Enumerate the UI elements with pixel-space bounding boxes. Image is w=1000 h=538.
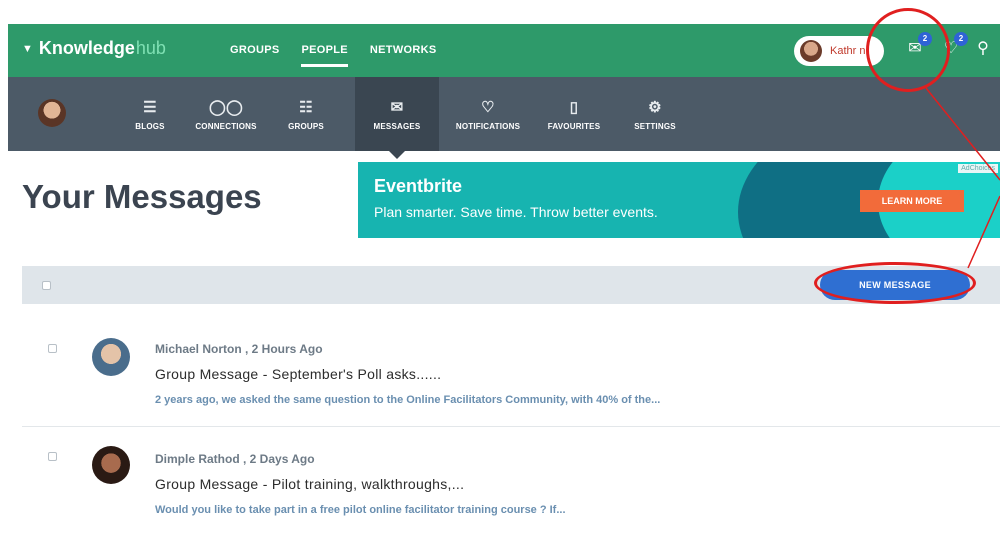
list-item[interactable]: Michael Norton , 2 Hours Ago Group Messa… [22, 320, 1000, 427]
nav-groups[interactable]: GROUPS [230, 24, 279, 77]
annotation-circle [866, 8, 950, 92]
nav-networks[interactable]: NETWORKS [370, 24, 437, 77]
subnav-label: MESSAGES [373, 121, 421, 131]
message-meta: Michael Norton , 2 Hours Ago [155, 342, 323, 356]
ad-tagline: Plan smarter. Save time. Throw better ev… [374, 204, 658, 220]
subnav-notifications[interactable]: ♡ NOTIFICATIONS [446, 77, 530, 151]
brand-name: Knowledge [38, 38, 135, 58]
message-preview: Would you like to take part in a free pi… [155, 504, 566, 516]
top-bar: ▼ Knowledge hub GROUPS PEOPLE NETWORKS Ka… [0, 0, 1000, 80]
subnav-label: SETTINGS [634, 121, 676, 131]
subnav-label: BLOGS [135, 121, 165, 131]
top-nav: GROUPS PEOPLE NETWORKS [230, 24, 437, 77]
select-all-checkbox[interactable] [42, 281, 51, 290]
list-item[interactable]: Dimple Rathod , 2 Days Ago Group Message… [22, 428, 1000, 538]
user-name: Kathr n [830, 45, 866, 57]
nav-people[interactable]: PEOPLE [301, 24, 349, 77]
bookmark-icon: ▯ [569, 98, 579, 116]
brand-suffix: hub [135, 38, 166, 58]
subnav-groups[interactable]: ☷ GROUPS [276, 77, 336, 151]
message-subject[interactable]: Group Message - September's Poll asks...… [155, 366, 441, 382]
subnav-label: GROUPS [288, 121, 324, 131]
ad-choices[interactable]: AdChoices [958, 164, 998, 173]
chevron-down-icon[interactable]: ▼ [22, 43, 33, 55]
subnav-blogs[interactable]: ☰ BLOGS [120, 77, 180, 151]
envelope-icon: ✉ [390, 98, 404, 116]
page-title: Your Messages [22, 178, 262, 215]
avatar [92, 446, 130, 484]
subnav-label: FAVOURITES [547, 121, 601, 131]
primary-nav: ▼ Knowledge hub GROUPS PEOPLE NETWORKS Ka… [8, 24, 1000, 77]
gear-icon: ⚙ [648, 98, 662, 116]
subnav-connections[interactable]: ◯◯ CONNECTIONS [186, 77, 266, 151]
subnav-favourites[interactable]: ▯ FAVOURITES [538, 77, 610, 151]
connections-icon: ◯◯ [209, 98, 243, 116]
message-checkbox[interactable] [48, 344, 57, 353]
subnav-messages[interactable]: ✉ MESSAGES [355, 77, 439, 159]
ad-banner[interactable]: Eventbrite Plan smarter. Save time. Thro… [358, 162, 1000, 238]
ad-brand: Eventbrite [374, 176, 463, 196]
secondary-nav: ☰ BLOGS ◯◯ CONNECTIONS ☷ GROUPS ✉ MESSAG… [8, 77, 1000, 159]
message-checkbox[interactable] [48, 452, 57, 461]
avatar [800, 40, 822, 62]
subnav-label: NOTIFICATIONS [455, 121, 521, 131]
groups-icon: ☷ [299, 98, 313, 116]
blog-icon: ☰ [143, 98, 157, 116]
search-icon: ⚲ [977, 40, 989, 57]
annotation-circle [814, 262, 976, 304]
notifications-badge: 2 [954, 32, 968, 46]
message-meta: Dimple Rathod , 2 Days Ago [155, 452, 315, 466]
bell-icon: ♡ [481, 98, 495, 116]
brand-logo[interactable]: ▼ Knowledge hub [22, 38, 166, 59]
subnav-label: CONNECTIONS [195, 121, 257, 131]
search-button[interactable]: ⚲ [972, 38, 994, 60]
avatar [92, 338, 130, 376]
message-preview: 2 years ago, we asked the same question … [155, 394, 661, 406]
message-subject[interactable]: Group Message - Pilot training, walkthro… [155, 476, 464, 492]
avatar[interactable] [38, 99, 66, 127]
ad-learn-more-button[interactable]: LEARN MORE [860, 190, 964, 212]
subnav-settings[interactable]: ⚙ SETTINGS [624, 77, 686, 151]
